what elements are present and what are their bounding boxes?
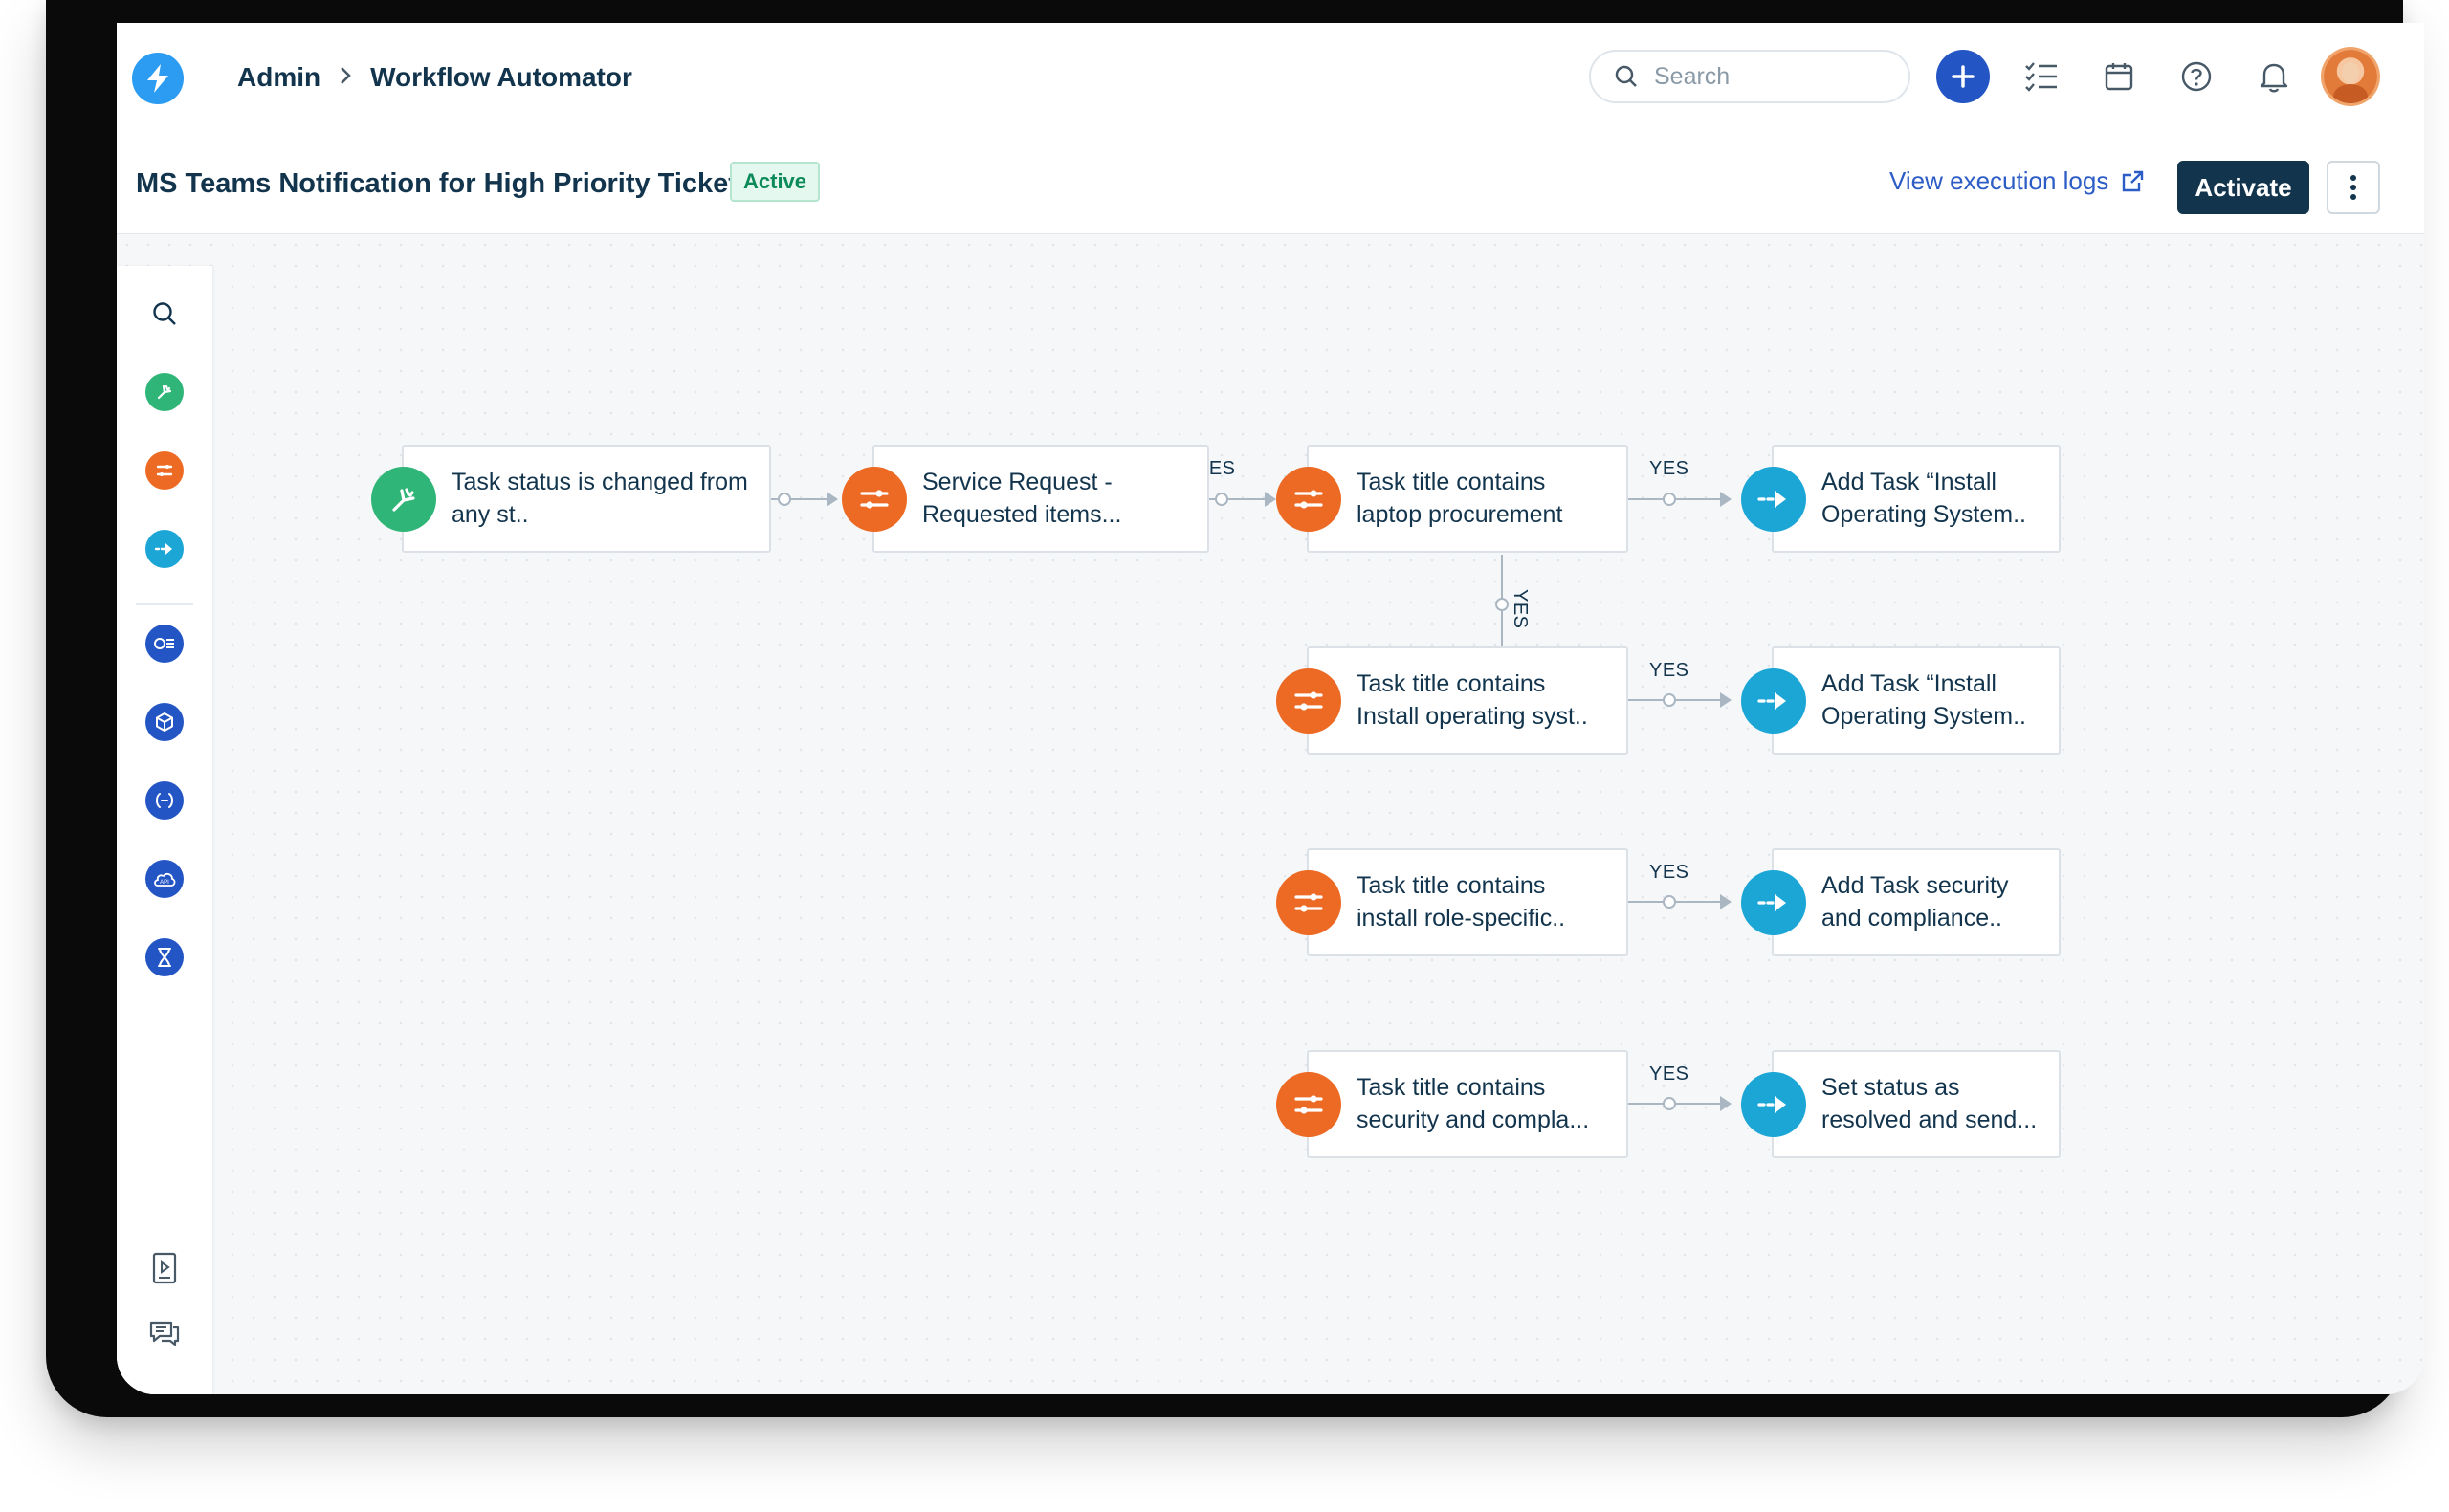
chat-icon[interactable] (145, 1314, 184, 1352)
cube-icon[interactable] (145, 703, 184, 741)
bolt-icon[interactable] (132, 53, 184, 104)
page-title: MS Teams Notification for High Priority … (136, 168, 738, 199)
app-screen: Admin Workflow Automator Search MS Teams… (117, 23, 2424, 1394)
connector-dot (1663, 895, 1676, 909)
activate-button[interactable]: Activate (2177, 161, 2309, 214)
action-node[interactable]: Add Task security and compliance.. (1741, 848, 2061, 956)
trigger-node[interactable]: Task status is changed from any st.. (371, 445, 771, 553)
node-label: Add Task “Install Operating System.. (1821, 670, 2026, 730)
node-label: Task title contains security and compla.… (1357, 1074, 1590, 1133)
connector-arrow (1720, 894, 1732, 909)
search-icon[interactable] (145, 295, 184, 333)
palette-divider (136, 603, 193, 605)
add-button[interactable] (1936, 50, 1990, 103)
yes-label: YES (1649, 1063, 1689, 1085)
trigger-icon[interactable] (145, 373, 184, 411)
condition-icon[interactable] (145, 451, 184, 490)
trigger-icon (371, 467, 436, 532)
condition-node[interactable]: Task title contains install role-specifi… (1276, 848, 1628, 956)
external-link-icon (2123, 170, 2144, 191)
connector-arrow (827, 492, 838, 507)
plus-icon (1952, 65, 1975, 88)
search-icon (1615, 65, 1637, 87)
condition-node[interactable]: Task title contains security and compla.… (1276, 1050, 1628, 1158)
breadcrumb: Admin Workflow Automator (237, 57, 632, 98)
condition-icon (842, 467, 907, 532)
condition-icon (1276, 1072, 1341, 1137)
action-icon (1741, 870, 1806, 935)
node-label: Task title contains laptop procurement (1357, 469, 1563, 528)
node-label: Service Request - Requested items... (922, 469, 1122, 528)
yes-label: YES (1649, 862, 1689, 883)
node-label: Add Task “Install Operating System.. (1821, 469, 2026, 528)
breadcrumb-admin[interactable]: Admin (237, 62, 320, 93)
action-icon[interactable] (145, 530, 184, 568)
yes-label: YES (1649, 458, 1689, 479)
action-icon (1741, 467, 1806, 532)
chevron-right-icon (338, 62, 353, 93)
svg-text:API: API (160, 880, 169, 886)
logs-link-label: View execution logs (1889, 166, 2109, 195)
play-doc-icon[interactable] (145, 1249, 184, 1287)
condition-icon (1276, 668, 1341, 734)
connector-dot (1663, 1097, 1676, 1110)
search-box[interactable] (1589, 50, 1910, 103)
search-input[interactable] (1652, 61, 1886, 92)
action-icon (1741, 668, 1806, 734)
checklist-icon[interactable] (2016, 51, 2067, 102)
node-label: Add Task security and compliance.. (1821, 872, 2009, 931)
condition-node[interactable]: Service Request - Requested items... (842, 445, 1209, 553)
node-label: Task title contains install role-specifi… (1357, 872, 1566, 931)
workflow-header: MS Teams Notification for High Priority … (117, 128, 2424, 234)
calendar-icon[interactable] (2093, 51, 2145, 102)
condition-icon (1276, 870, 1341, 935)
node-label: Set status as resolved and send... (1821, 1074, 2038, 1133)
connector-dot (1663, 693, 1676, 707)
timer-icon[interactable] (145, 938, 184, 976)
status-badge: Active (730, 162, 821, 202)
node-palette: API (117, 266, 212, 1394)
node-label: Task status is changed from any st.. (452, 469, 748, 528)
workflow-canvas[interactable] (117, 234, 2424, 1394)
node-label: Task title contains Install operating sy… (1357, 670, 1588, 730)
yes-label: YES (1649, 660, 1689, 681)
avatar[interactable] (2324, 50, 2377, 103)
condition-node[interactable]: Task title contains laptop procurement (1276, 445, 1628, 553)
connector-dot (778, 493, 791, 506)
connector-arrow (1265, 492, 1276, 507)
connector-dot (1495, 598, 1509, 611)
action-node[interactable]: Set status as resolved and send... (1741, 1050, 2061, 1158)
bell-icon[interactable] (2248, 51, 2300, 102)
connector-arrow (1720, 492, 1732, 507)
connector-dot (1663, 493, 1676, 506)
breadcrumb-workflow-automator: Workflow Automator (370, 62, 632, 92)
help-icon[interactable] (2171, 51, 2222, 102)
query-icon[interactable] (145, 625, 184, 663)
expression-icon[interactable] (145, 781, 184, 820)
action-icon (1741, 1072, 1806, 1137)
connector-arrow (1720, 692, 1732, 708)
api-icon[interactable]: API (145, 860, 184, 898)
view-execution-logs-link[interactable]: View execution logs (1889, 166, 2145, 196)
action-node[interactable]: Add Task “Install Operating System.. (1741, 646, 2061, 755)
top-bar: Admin Workflow Automator (117, 23, 2424, 129)
connector-dot (1215, 493, 1228, 506)
yes-label-vertical: YES (1510, 589, 1531, 629)
device-frame: Admin Workflow Automator Search MS Teams… (46, 0, 2424, 1417)
condition-node[interactable]: Task title contains Install operating sy… (1276, 646, 1628, 755)
kebab-icon (2350, 175, 2356, 200)
condition-icon (1276, 467, 1341, 532)
connector-arrow (1720, 1096, 1732, 1111)
action-node[interactable]: Add Task “Install Operating System.. (1741, 445, 2061, 553)
more-options-button[interactable] (2327, 161, 2380, 214)
